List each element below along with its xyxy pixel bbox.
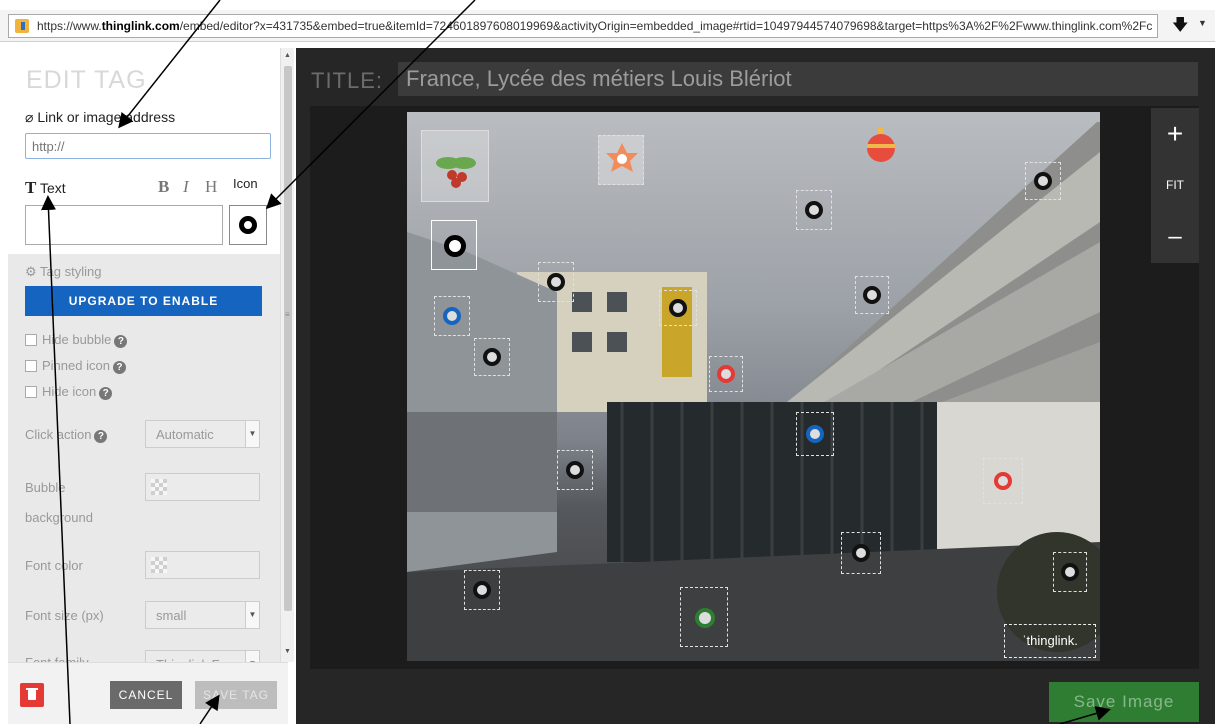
url-text: https://www.thinglink.com/embed/editor?x… xyxy=(37,19,1152,33)
scroll-up-icon[interactable]: ▲ xyxy=(284,52,291,59)
tag-styling-section: ⚙ Tag styling UPGRADE TO ENABLE Hide bub… xyxy=(8,254,280,678)
icon-picker-button[interactable] xyxy=(229,205,267,245)
zoom-out-button[interactable]: – xyxy=(1151,223,1199,251)
text-icon: T xyxy=(25,178,37,197)
font-size-select[interactable]: small ▼ xyxy=(145,601,260,629)
tag-marker[interactable] xyxy=(1025,162,1061,200)
grip-icon: ≡ xyxy=(285,310,290,319)
heading-button[interactable]: H xyxy=(205,177,217,197)
bold-button[interactable]: B xyxy=(158,177,169,197)
cancel-button[interactable]: CANCEL xyxy=(110,681,182,709)
url-field[interactable]: https://www.thinglink.com/embed/editor?x… xyxy=(8,14,1158,38)
pinned-icon-checkbox[interactable]: Pinned icon? xyxy=(25,358,126,374)
click-action-select[interactable]: Automatic ▼ xyxy=(145,420,260,448)
zoom-in-button[interactable]: + xyxy=(1151,118,1199,150)
site-info-icon[interactable] xyxy=(15,19,29,33)
save-tag-button[interactable]: SAVE TAG xyxy=(195,681,277,709)
bubble-background-swatch[interactable] xyxy=(145,473,260,501)
tag-marker-blue[interactable] xyxy=(434,296,470,336)
icon-label: Icon xyxy=(233,176,258,191)
delete-tag-button[interactable] xyxy=(20,683,44,707)
help-icon[interactable]: ? xyxy=(114,335,128,348)
help-icon[interactable]: ? xyxy=(112,361,126,374)
text-input[interactable] xyxy=(25,205,223,245)
tag-marker[interactable] xyxy=(464,570,500,610)
zoom-controls: + FIT – xyxy=(1151,108,1199,263)
zoom-fit-button[interactable]: FIT xyxy=(1151,178,1199,192)
holly-sticker-tag[interactable] xyxy=(421,130,489,202)
edit-tag-panel: EDIT TAG ⌀ Link or image address T Text … xyxy=(8,48,294,724)
menu-dropdown-icon[interactable]: ▼ xyxy=(1198,18,1207,28)
tag-marker-red[interactable] xyxy=(709,356,743,392)
hide-bubble-checkbox[interactable]: Hide bubble? xyxy=(25,332,128,348)
selected-tag[interactable] xyxy=(431,220,477,270)
tag-marker[interactable] xyxy=(855,276,889,314)
star-sticker-tag[interactable] xyxy=(598,135,644,185)
tag-marker-green[interactable] xyxy=(680,587,728,647)
tag-marker[interactable] xyxy=(841,532,881,574)
tag-marker[interactable] xyxy=(659,290,697,326)
chevron-down-icon: ▼ xyxy=(245,602,259,628)
scroll-thumb[interactable] xyxy=(284,66,292,611)
panel-title: EDIT TAG xyxy=(26,66,147,94)
scroll-down-icon[interactable]: ▼ xyxy=(284,648,291,655)
text-label: T Text xyxy=(25,178,66,197)
help-icon[interactable]: ? xyxy=(99,387,113,400)
upgrade-button[interactable]: UPGRADE TO ENABLE xyxy=(25,286,262,316)
tag-marker-red[interactable] xyxy=(983,458,1023,504)
bubble-background-label: Bubble xyxy=(25,480,66,495)
italic-button[interactable]: I xyxy=(183,177,189,197)
link-icon: ⌀ xyxy=(25,109,34,125)
thinglink-watermark[interactable]: ˈthinglink. xyxy=(1004,624,1096,658)
ornament-sticker-tag[interactable] xyxy=(862,126,900,166)
tag-marker[interactable] xyxy=(796,190,832,230)
font-size-label: Font size (px) xyxy=(25,608,104,623)
tagged-photo[interactable]: ˈthinglink. xyxy=(407,112,1100,661)
tag-marker[interactable] xyxy=(474,338,510,376)
click-action-label: Click action? xyxy=(25,420,108,450)
download-icon[interactable]: 🡇 xyxy=(1172,14,1188,41)
title-label: TITLE: xyxy=(311,68,384,93)
building-photo xyxy=(407,122,1100,661)
tag-marker-blue[interactable] xyxy=(796,412,834,456)
panel-footer: CANCEL SAVE TAG xyxy=(8,662,288,724)
save-image-button[interactable]: Save Image xyxy=(1049,682,1199,722)
tag-marker[interactable] xyxy=(1053,552,1087,592)
gear-icon: ⚙ xyxy=(25,264,37,279)
chevron-down-icon: ▼ xyxy=(245,421,259,447)
bubble-background-label-2: background xyxy=(25,510,93,525)
panel-scrollbar[interactable]: ▲ ≡ ▼ xyxy=(280,48,294,662)
font-color-swatch[interactable] xyxy=(145,551,260,579)
title-input[interactable]: France, Lycée des métiers Louis Blériot xyxy=(398,62,1198,96)
link-label: ⌀ Link or image address xyxy=(25,109,176,125)
tag-marker[interactable] xyxy=(538,262,574,302)
browser-address-bar: https://www.thinglink.com/embed/editor?x… xyxy=(0,10,1215,42)
hide-icon-checkbox[interactable]: Hide icon? xyxy=(25,384,113,400)
help-icon[interactable]: ? xyxy=(94,430,108,443)
tag-marker[interactable] xyxy=(557,450,593,490)
link-input[interactable] xyxy=(25,133,271,159)
font-color-label: Font color xyxy=(25,558,83,573)
tag-styling-label: ⚙ Tag styling xyxy=(25,264,102,279)
